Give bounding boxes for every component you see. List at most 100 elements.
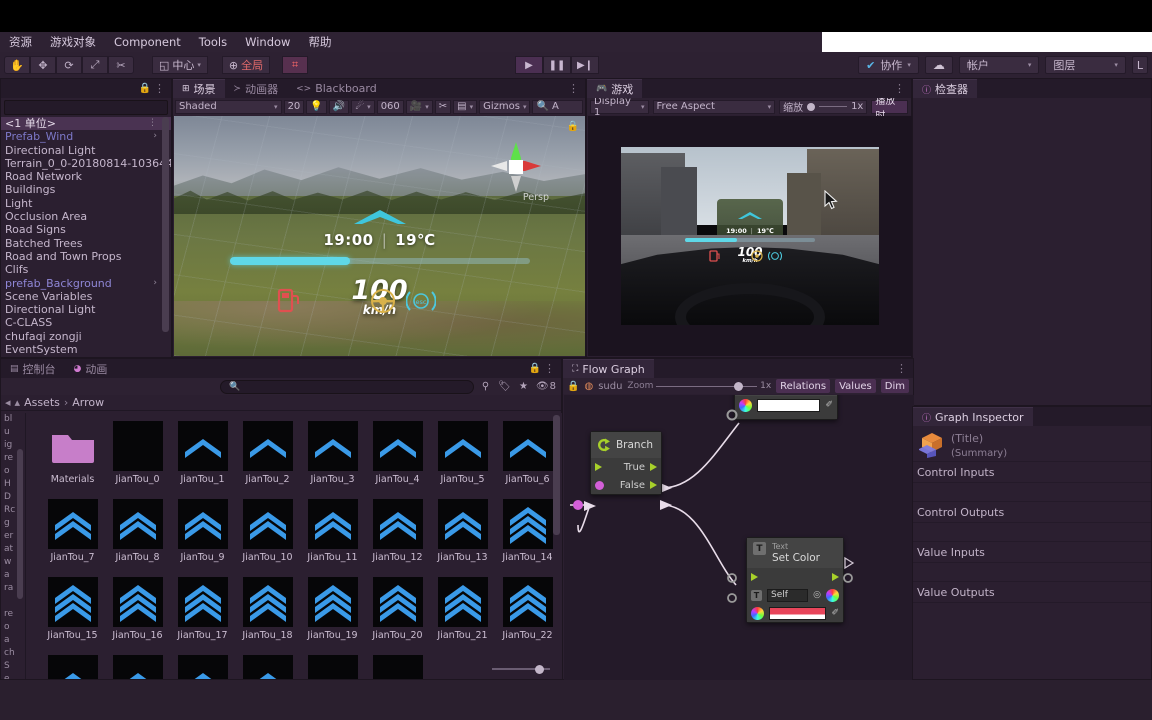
- asset-item[interactable]: JianTou_20: [365, 577, 430, 655]
- values-toggle[interactable]: Values: [835, 379, 876, 393]
- pause-button[interactable]: ❚❚: [543, 56, 571, 74]
- asset-item[interactable]: [170, 655, 235, 679]
- asset-thumbnail[interactable]: [112, 577, 163, 627]
- asset-thumbnail[interactable]: [242, 577, 293, 627]
- space-toggle[interactable]: ⊕ 全局: [221, 56, 271, 74]
- asset-thumbnail[interactable]: [307, 577, 358, 627]
- step-button[interactable]: ▶❙: [571, 56, 599, 74]
- graph-zoom-slider[interactable]: Zoom 1x: [627, 381, 771, 391]
- scene-viewport-lock-icon[interactable]: 🔒: [567, 121, 579, 132]
- tab-flow-graph[interactable]: ⛶ Flow Graph: [563, 359, 654, 378]
- scale-tool-icon[interactable]: ⤢: [82, 56, 108, 74]
- folder-tree-row[interactable]: bl: [2, 413, 25, 426]
- asset-item[interactable]: JianTou_10: [235, 499, 300, 577]
- set-color-node-header[interactable]: T Text Set Color: [747, 538, 843, 568]
- twod-toggle[interactable]: 20: [283, 99, 305, 114]
- breadcrumb-back-icon[interactable]: ◂: [5, 396, 11, 409]
- asset-thumbnail[interactable]: [242, 421, 293, 471]
- asset-thumbnail[interactable]: [177, 655, 228, 679]
- hierarchy-item[interactable]: Directional Light: [1, 303, 171, 316]
- lock-icon[interactable]: 🔒: [567, 381, 579, 392]
- scale-track[interactable]: [819, 106, 848, 107]
- target-picker-icon[interactable]: ◎: [813, 590, 821, 600]
- asset-thumbnail[interactable]: [307, 421, 358, 471]
- set-color-swatch[interactable]: [769, 606, 827, 620]
- hierarchy-lock-icon[interactable]: 🔒: [139, 83, 151, 94]
- asset-thumbnail[interactable]: [242, 499, 293, 549]
- asset-grid[interactable]: Materials JianTou_0 JianTou_1 JianTou_2 Jian…: [26, 413, 562, 679]
- asset-item[interactable]: JianTou_13: [430, 499, 495, 577]
- pivot-toggle[interactable]: ◱ 中心 ▾: [152, 56, 208, 74]
- set-color-flow-input-icon[interactable]: [751, 573, 758, 581]
- asset-thumbnail[interactable]: [47, 577, 98, 627]
- asset-item[interactable]: Materials: [40, 421, 105, 499]
- asset-thumbnail[interactable]: [502, 577, 553, 627]
- hierarchy-item[interactable]: Occlusion Area: [1, 210, 171, 223]
- asset-item[interactable]: [235, 655, 300, 679]
- hierarchy-search-input[interactable]: [4, 100, 168, 115]
- hierarchy-scene-row[interactable]: <1 单位> ⋮: [1, 117, 171, 131]
- flowgraph-options-icon[interactable]: ⋮: [896, 362, 908, 375]
- game-toolbar[interactable]: Display 1 ▾ Free Aspect ▾ 缩放 1x 播放时: [587, 96, 911, 122]
- scene-audio-toggle[interactable]: 🔊: [328, 99, 350, 114]
- dim-toggle[interactable]: Dim: [880, 379, 909, 393]
- hierarchy-item[interactable]: Road Network: [1, 170, 171, 183]
- draw-mode-dropdown[interactable]: Shaded ▾: [175, 99, 282, 114]
- asset-item[interactable]: JianTou_18: [235, 577, 300, 655]
- flowgraph-toolbar[interactable]: 🔒 ◍ sudu Zoom 1x Relations Values Dim: [563, 378, 913, 394]
- asset-item[interactable]: [105, 655, 170, 679]
- branch-false-output-icon[interactable]: [650, 481, 657, 489]
- asset-thumbnail[interactable]: [372, 577, 423, 627]
- asset-item[interactable]: JianTou_15: [40, 577, 105, 655]
- play-button[interactable]: ▶: [515, 56, 543, 74]
- scene-tabstrip[interactable]: ⊞ 场景 ≻ 动画器 <> Blackboard ⋮: [173, 79, 585, 98]
- display-dropdown[interactable]: Display 1 ▾: [590, 96, 649, 118]
- grid-snap-toggle[interactable]: ⌗: [282, 56, 309, 74]
- tab-scene[interactable]: ⊞ 场景: [173, 79, 225, 98]
- move-tool-icon[interactable]: ✥: [30, 56, 56, 74]
- filter-by-type-icon[interactable]: ⚲: [478, 380, 493, 394]
- hierarchy-scrollbar[interactable]: [162, 109, 169, 349]
- scene-toolbar[interactable]: Shaded ▾ 20 💡 🔊 ☄ ▾ 060 🎥 ▾ ✂ ▤ ▾ Gizmos…: [173, 98, 585, 115]
- menu-bar[interactable]: 资源 游戏对象 Component Tools Window 帮助: [0, 32, 1152, 52]
- graph-zoom-track[interactable]: [656, 381, 758, 391]
- asset-item[interactable]: JianTou_14: [495, 499, 560, 577]
- asset-thumbnail[interactable]: [372, 421, 423, 471]
- hierarchy-item[interactable]: Prefab_Wind ›: [1, 130, 171, 143]
- layout-button[interactable]: L: [1131, 56, 1148, 74]
- scene-visibility[interactable]: 060: [376, 99, 404, 114]
- asset-thumbnail[interactable]: [112, 655, 163, 679]
- graph-canvas[interactable]: Branch True False ✐ T Text Set Color T S…: [564, 395, 914, 680]
- layers-button[interactable]: 图层 ▾: [1045, 56, 1126, 74]
- asset-item[interactable]: [365, 655, 430, 679]
- scene-viewport[interactable]: Persp 🔒 19:00 | 19℃ 100 km/h esc: [174, 116, 585, 356]
- asset-thumbnail[interactable]: [48, 421, 98, 471]
- tab-game[interactable]: 🎮 游戏: [587, 79, 643, 98]
- asset-thumbnail[interactable]: [307, 655, 358, 679]
- hierarchy-item[interactable]: Directional Light: [1, 144, 171, 157]
- scene-options-icon[interactable]: ⋮: [148, 117, 157, 130]
- hierarchy-tabstrip[interactable]: 🔒 ⋮: [1, 79, 171, 98]
- folder-tree-scroll-thumb[interactable]: [17, 449, 23, 599]
- asset-thumbnail[interactable]: [307, 499, 358, 549]
- hierarchy-item[interactable]: Clifs: [1, 263, 171, 276]
- graph-inspector-section-header[interactable]: Control Inputs: [913, 461, 1151, 483]
- graph-inspector-section-header[interactable]: Control Outputs: [913, 501, 1151, 523]
- maximize-on-play-button[interactable]: 播放时: [871, 96, 908, 122]
- scene-search-input[interactable]: 🔍 A: [532, 99, 583, 114]
- scene-options-icon[interactable]: ⋮: [568, 82, 580, 95]
- asset-item[interactable]: JianTou_6: [495, 421, 560, 499]
- toolbar-right-group[interactable]: ✔ 协作 ▾ ☁ 帐户 ▾ 图层 ▾ L: [858, 56, 1148, 74]
- asset-thumbnail[interactable]: [47, 499, 98, 549]
- menu-item-window[interactable]: Window: [236, 32, 299, 52]
- top-color-node[interactable]: Set ✐: [734, 395, 838, 420]
- pivot-space-group[interactable]: ◱ 中心 ▾ ⊕ 全局 ⌗: [152, 56, 309, 74]
- set-color-node[interactable]: T Text Set Color T Self ◎ ✐: [746, 537, 844, 623]
- asset-item[interactable]: JianTou_12: [365, 499, 430, 577]
- tab-animation[interactable]: ◕ 动画: [65, 359, 117, 378]
- graph-inspector-tabstrip[interactable]: ⓘ Graph Inspector: [913, 407, 1151, 426]
- hierarchy-item[interactable]: Buildings: [1, 183, 171, 196]
- transform-tool-icon[interactable]: ✂: [108, 56, 134, 74]
- hierarchy-item[interactable]: Terrain_0_0-20180814-103644: [1, 157, 171, 170]
- eyedropper-icon[interactable]: ✐: [825, 400, 833, 410]
